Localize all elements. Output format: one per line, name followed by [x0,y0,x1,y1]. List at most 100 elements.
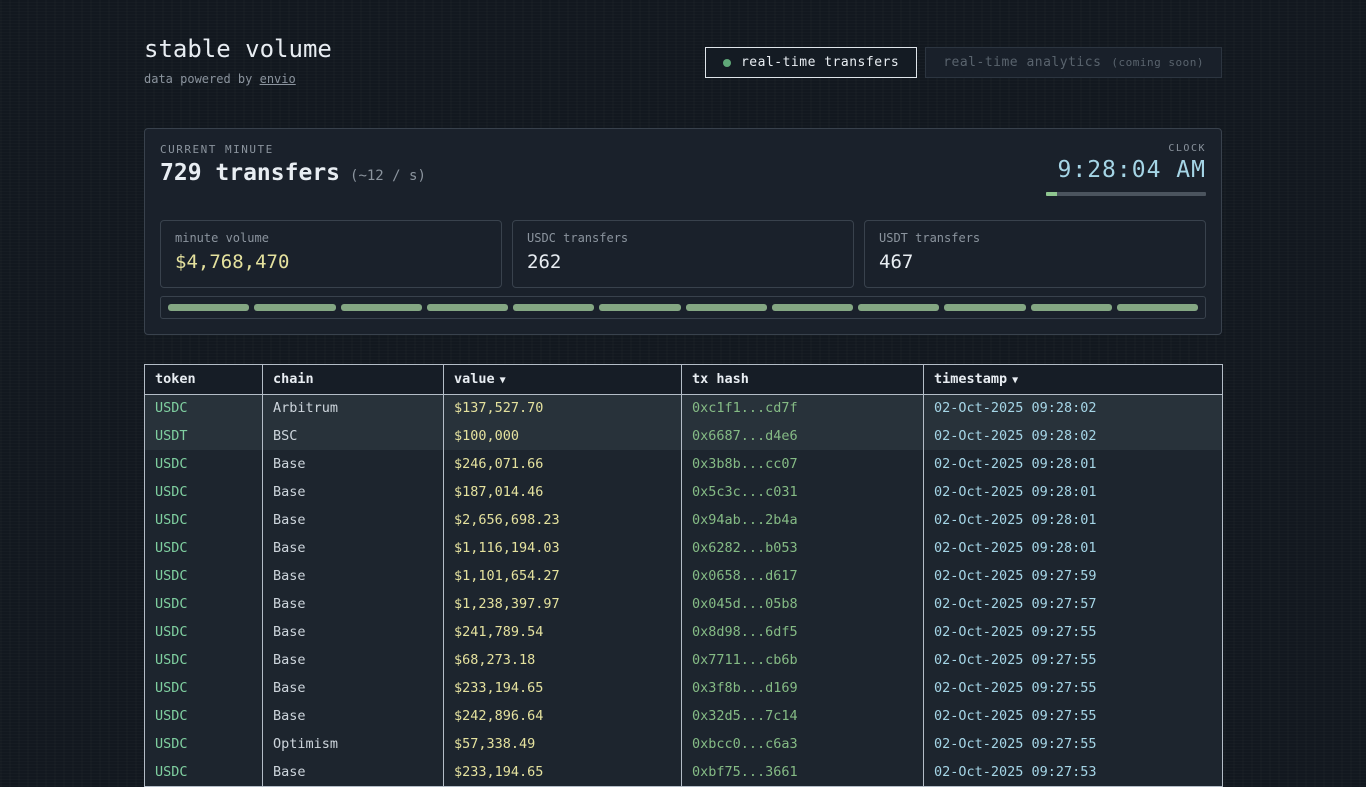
activity-segment [513,304,594,311]
envio-link[interactable]: envio [260,72,296,86]
transfers-count: 729 transfers [160,160,340,186]
token-cell: USDC [145,674,263,702]
header: stable volume data powered by envio real… [144,36,1222,86]
timestamp-cell: 02-Oct-2025 09:27:55 [924,646,1223,674]
clock-progress-fill [1046,192,1057,196]
tx-hash-link[interactable]: 0x5c3c...c031 [682,478,924,506]
tx-hash-link[interactable]: 0x94ab...2b4a [682,506,924,534]
panel-top: CURRENT MINUTE 729 transfers (~12 / s) C… [160,143,1206,196]
timestamp-cell: 02-Oct-2025 09:27:55 [924,730,1223,758]
tx-hash-link[interactable]: 0x0658...d617 [682,562,924,590]
stat-value: 262 [527,251,839,273]
coming-soon-badge: (coming soon) [1111,56,1204,69]
token-cell: USDC [145,590,263,618]
activity-segment [599,304,680,311]
col-header-value[interactable]: value▼ [444,364,682,394]
stat-value: $4,768,470 [175,251,487,273]
current-minute-label: CURRENT MINUTE [160,143,426,156]
powered-by-text: data powered by [144,72,260,86]
tx-hash-link[interactable]: 0x7711...cb6b [682,646,924,674]
activity-segment [168,304,249,311]
value-cell: $242,896.64 [444,702,682,730]
value-cell: $233,194.65 [444,674,682,702]
table-row: USDC Base $242,896.64 0x32d5...7c14 02-O… [145,702,1223,730]
timestamp-cell: 02-Oct-2025 09:28:01 [924,534,1223,562]
brand-block: stable volume data powered by envio [144,36,332,86]
value-cell: $187,014.46 [444,478,682,506]
value-cell: $233,194.65 [444,758,682,786]
token-cell: USDC [145,702,263,730]
transfers-count-line: 729 transfers (~12 / s) [160,160,426,186]
activity-segment [858,304,939,311]
clock-time: 9:28:04 AM [1046,157,1206,183]
timestamp-cell: 02-Oct-2025 09:28:01 [924,450,1223,478]
transfers-rate: (~12 / s) [350,168,426,184]
tx-hash-link[interactable]: 0x6687...d4e6 [682,422,924,450]
timestamp-cell: 02-Oct-2025 09:28:01 [924,506,1223,534]
table-row: USDC Optimism $57,338.49 0xbcc0...c6a3 0… [145,730,1223,758]
timestamp-cell: 02-Oct-2025 09:27:55 [924,674,1223,702]
transfers-summary: CURRENT MINUTE 729 transfers (~12 / s) [160,143,426,186]
timestamp-cell: 02-Oct-2025 09:27:55 [924,702,1223,730]
chain-cell: Base [263,534,444,562]
chain-cell: Arbitrum [263,394,444,422]
timestamp-cell: 02-Oct-2025 09:27:53 [924,758,1223,786]
value-cell: $1,101,654.27 [444,562,682,590]
col-header-timestamp[interactable]: timestamp▼ [924,364,1223,394]
timestamp-cell: 02-Oct-2025 09:27:59 [924,562,1223,590]
col-header-token: token [145,364,263,394]
token-cell: USDC [145,534,263,562]
value-cell: $2,656,698.23 [444,506,682,534]
tx-hash-link[interactable]: 0xbcc0...c6a3 [682,730,924,758]
table-row: USDC Base $233,194.65 0x3f8b...d169 02-O… [145,674,1223,702]
chain-cell: Base [263,562,444,590]
value-cell: $1,238,397.97 [444,590,682,618]
value-cell: $57,338.49 [444,730,682,758]
activity-segment [686,304,767,311]
tx-hash-link[interactable]: 0xc1f1...cd7f [682,394,924,422]
minute-progress-bar [1046,192,1206,196]
powered-by: data powered by envio [144,72,332,86]
live-dot-icon [723,59,731,67]
table-row: USDC Base $1,101,654.27 0x0658...d617 02… [145,562,1223,590]
tx-hash-link[interactable]: 0x32d5...7c14 [682,702,924,730]
header-row: token chain value▼ tx hash timestamp▼ [145,364,1223,394]
activity-segment [1031,304,1112,311]
tx-hash-link[interactable]: 0x3f8b...d169 [682,674,924,702]
tx-hash-link[interactable]: 0x8d98...6df5 [682,618,924,646]
table-row: USDC Base $2,656,698.23 0x94ab...2b4a 02… [145,506,1223,534]
chain-cell: Base [263,618,444,646]
activity-segment [944,304,1025,311]
stat-card-usdt-transfers: USDT transfers 467 [864,220,1206,288]
tab-real-time-transfers[interactable]: real-time transfers [705,47,917,78]
view-tabs: real-time transfers real-time analytics … [705,47,1222,78]
tab-label: real-time analytics [943,55,1101,70]
value-cell: $1,116,194.03 [444,534,682,562]
table-row: USDC Base $246,071.66 0x3b8b...cc07 02-O… [145,450,1223,478]
chain-cell: Base [263,702,444,730]
clock-box: CLOCK 9:28:04 AM [1046,143,1206,196]
tx-hash-link[interactable]: 0x3b8b...cc07 [682,450,924,478]
tab-label: real-time transfers [741,55,899,70]
table-row: USDC Base $187,014.46 0x5c3c...c031 02-O… [145,478,1223,506]
timestamp-cell: 02-Oct-2025 09:28:02 [924,422,1223,450]
tx-hash-link[interactable]: 0x045d...05b8 [682,590,924,618]
stat-card-minute-volume: minute volume $4,768,470 [160,220,502,288]
activity-segment [254,304,335,311]
stat-card-usdc-transfers: USDC transfers 262 [512,220,854,288]
tx-hash-link[interactable]: 0xbf75...3661 [682,758,924,786]
chain-cell: Base [263,590,444,618]
transfers-table: token chain value▼ tx hash timestamp▼ US… [144,364,1223,787]
activity-segment [772,304,853,311]
tx-hash-link[interactable]: 0x6282...b053 [682,534,924,562]
stat-value: 467 [879,251,1191,273]
table-head: token chain value▼ tx hash timestamp▼ [145,364,1223,394]
activity-segment [427,304,508,311]
sort-desc-icon: ▼ [1012,375,1018,386]
token-cell: USDT [145,422,263,450]
table-row: USDC Base $1,238,397.97 0x045d...05b8 02… [145,590,1223,618]
col-header-tx-hash: tx hash [682,364,924,394]
col-header-chain: chain [263,364,444,394]
token-cell: USDC [145,646,263,674]
tab-real-time-analytics[interactable]: real-time analytics (coming soon) [925,47,1222,78]
